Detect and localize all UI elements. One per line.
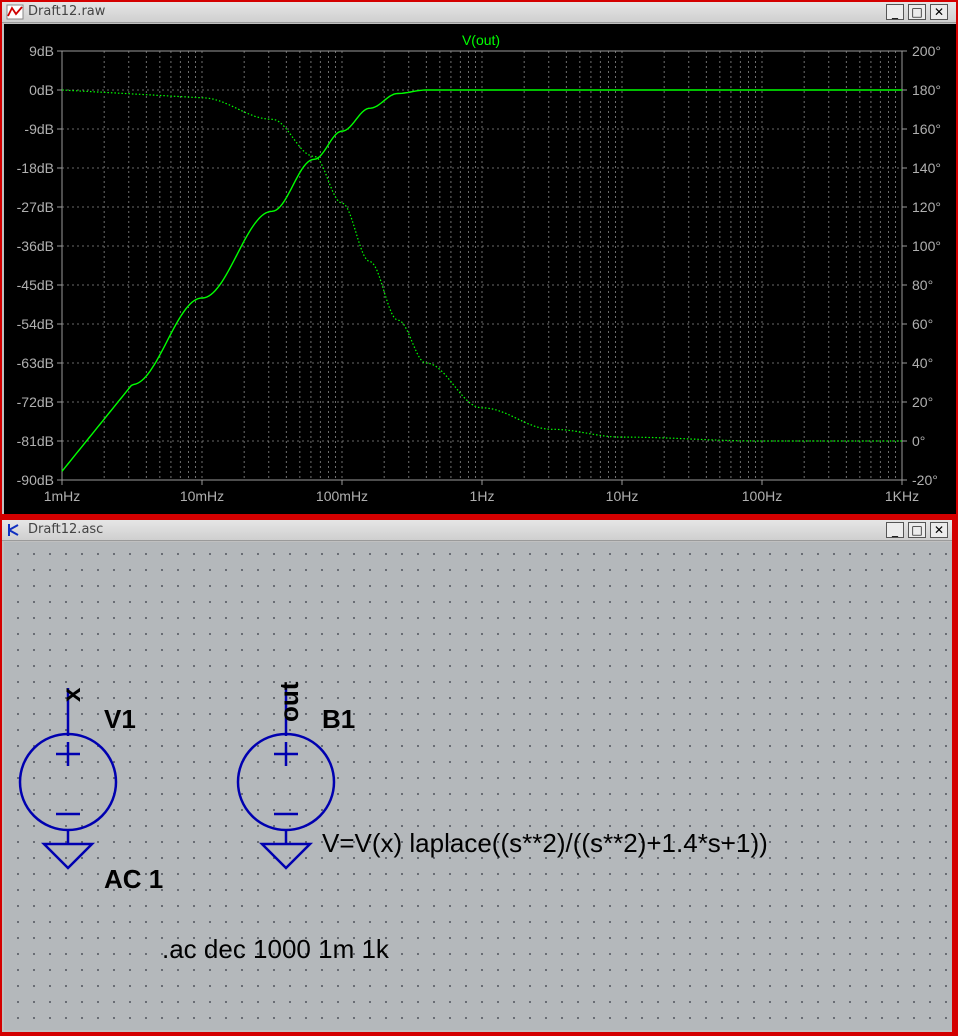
y-right-tick-label: 160° bbox=[912, 121, 941, 137]
x-tick-label: 1Hz bbox=[470, 488, 495, 504]
y-right-tick-label: 140° bbox=[912, 160, 941, 176]
plot-tick-labels: 9dB 0dB -9dB -18dB -27dB -36dB -45dB -54dB -63dB… bbox=[17, 43, 941, 504]
schematic-window-title: Draft12.asc bbox=[28, 522, 104, 537]
schematic-titlebar[interactable]: Draft12.asc _ □ ✕ bbox=[2, 520, 952, 541]
x-tick-label: 10mHz bbox=[180, 488, 224, 504]
x-tick-label: 10Hz bbox=[606, 488, 639, 504]
close-button[interactable]: ✕ bbox=[930, 522, 948, 538]
plot-frame bbox=[61, 50, 903, 481]
maximize-button[interactable]: □ bbox=[908, 4, 926, 20]
schematic-canvas[interactable]: x V1 AC 1 out B1 V=V(x) laplace((s**2)/(… bbox=[4, 542, 952, 1030]
schematic-window: Draft12.asc _ □ ✕ x V1 AC 1 out B1 V=V(x… bbox=[2, 520, 952, 1032]
x-tick-label: 100mHz bbox=[316, 488, 368, 504]
schematic-app-icon bbox=[8, 524, 19, 536]
b1-node-label[interactable]: out bbox=[274, 682, 305, 722]
y-left-tick-label: -72dB bbox=[17, 394, 54, 410]
y-right-tick-label: 120° bbox=[912, 199, 941, 215]
maximize-button[interactable]: □ bbox=[908, 522, 926, 538]
y-left-tick-label: -27dB bbox=[17, 199, 54, 215]
bode-plot[interactable]: 9dB 0dB -9dB -18dB -27dB -36dB -45dB -54dB -63dB… bbox=[4, 24, 956, 514]
minimize-button[interactable]: _ bbox=[886, 522, 904, 538]
v1-name-label[interactable]: V1 bbox=[104, 704, 136, 735]
y-left-tick-label: -54dB bbox=[17, 316, 54, 332]
y-left-tick-label: -90dB bbox=[17, 472, 54, 488]
plot-area[interactable]: 9dB 0dB -9dB -18dB -27dB -36dB -45dB -54dB -63dB… bbox=[4, 24, 956, 514]
y-left-tick-label: 9dB bbox=[29, 43, 54, 59]
b1-name-label[interactable]: B1 bbox=[322, 704, 355, 735]
v1-node-label[interactable]: x bbox=[56, 688, 87, 702]
x-tick-label: 1mHz bbox=[44, 488, 81, 504]
y-right-tick-label: 60° bbox=[912, 316, 933, 332]
x-tick-label: 1KHz bbox=[885, 488, 919, 504]
y-right-tick-label: 20° bbox=[912, 394, 933, 410]
y-left-tick-label: -9dB bbox=[24, 121, 54, 137]
y-left-tick-label: -81dB bbox=[17, 433, 54, 449]
b1-value-expression[interactable]: V=V(x) laplace((s**2)/((s**2)+1.4*s+1)) bbox=[322, 828, 768, 859]
waveform-titlebar[interactable]: Draft12.raw _ □ ✕ bbox=[2, 2, 956, 23]
trace-label-vout[interactable]: V(out) bbox=[462, 32, 500, 48]
minimize-button[interactable]: _ bbox=[886, 4, 904, 20]
v1-voltage-source-symbol[interactable] bbox=[16, 652, 126, 872]
waveform-app-icon bbox=[6, 4, 24, 20]
y-right-tick-label: 200° bbox=[912, 43, 941, 59]
y-right-tick-label: 80° bbox=[912, 277, 933, 293]
y-right-tick-label: 0° bbox=[912, 433, 925, 449]
y-left-tick-label: -36dB bbox=[17, 238, 54, 254]
v1-value-label[interactable]: AC 1 bbox=[104, 864, 163, 895]
y-right-tick-label: 40° bbox=[912, 355, 933, 371]
y-right-tick-label: 100° bbox=[912, 238, 941, 254]
x-tick-label: 100Hz bbox=[742, 488, 782, 504]
spice-directive[interactable]: .ac dec 1000 1m 1k bbox=[162, 934, 389, 965]
plot-grid bbox=[61, 50, 902, 481]
y-right-tick-label: 180° bbox=[912, 82, 941, 98]
y-left-tick-label: 0dB bbox=[29, 82, 54, 98]
y-left-tick-label: -45dB bbox=[17, 277, 54, 293]
waveform-window: Draft12.raw _ □ ✕ 9dB 0dB -9dB -18dB -27dB -3… bbox=[2, 2, 956, 514]
y-right-tick-label: -20° bbox=[912, 472, 938, 488]
y-left-tick-label: -63dB bbox=[17, 355, 54, 371]
y-left-tick-label: -18dB bbox=[17, 160, 54, 176]
close-button[interactable]: ✕ bbox=[930, 4, 948, 20]
waveform-window-title: Draft12.raw bbox=[28, 4, 106, 19]
